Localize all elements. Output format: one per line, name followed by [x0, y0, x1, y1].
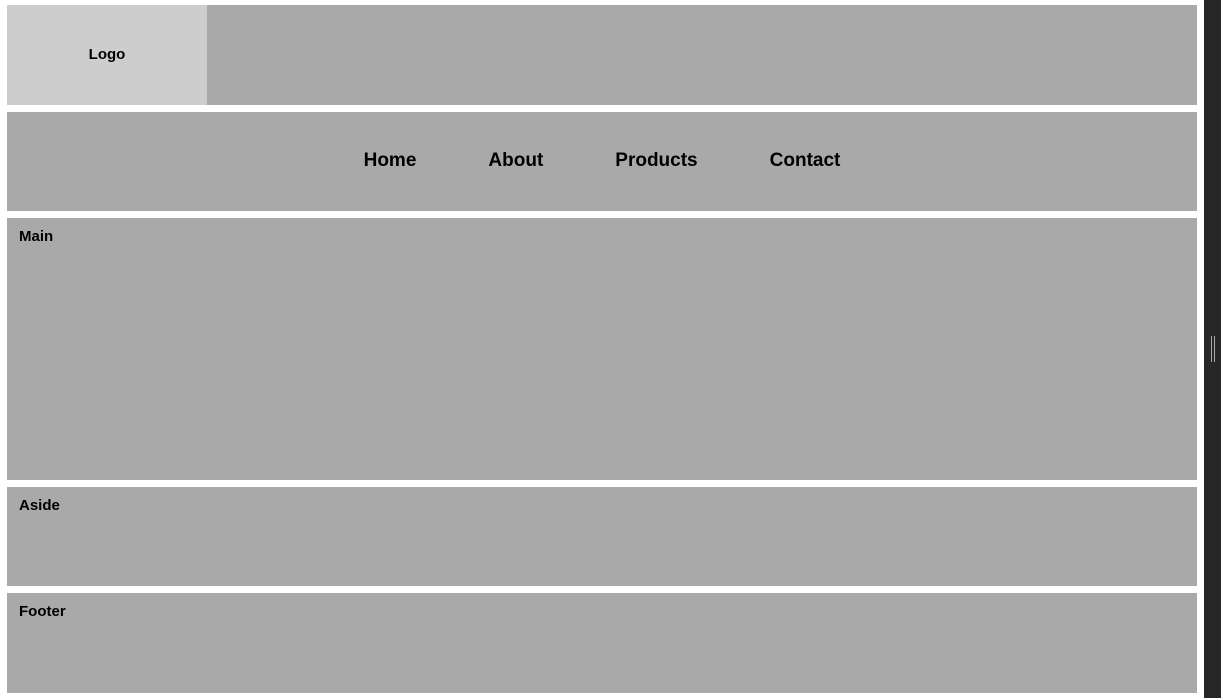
- nav-item-products[interactable]: Products: [615, 150, 697, 172]
- nav-region: Home About Products Contact: [7, 112, 1197, 212]
- nav-item-contact[interactable]: Contact: [770, 150, 841, 172]
- aside-label: Aside: [19, 497, 60, 514]
- header-region: Logo: [7, 5, 1197, 105]
- nav-item-about[interactable]: About: [488, 150, 543, 172]
- nav-item-home[interactable]: Home: [364, 150, 417, 172]
- aside-region: Aside: [7, 487, 1197, 587]
- logo-label: Logo: [89, 46, 126, 63]
- scrollbar-handle[interactable]: [1211, 336, 1215, 362]
- footer-label: Footer: [19, 603, 66, 620]
- content-area: Logo Home About Products Contact Main As…: [0, 0, 1204, 698]
- logo-box[interactable]: Logo: [7, 5, 207, 105]
- viewport: Logo Home About Products Contact Main As…: [0, 0, 1221, 698]
- scrollbar-grip-icon: [1214, 336, 1215, 362]
- scrollbar-grip-icon: [1211, 336, 1212, 362]
- main-region: Main: [7, 218, 1197, 480]
- footer-region: Footer: [7, 593, 1197, 693]
- main-label: Main: [19, 228, 53, 245]
- scrollbar-vertical[interactable]: [1204, 0, 1221, 698]
